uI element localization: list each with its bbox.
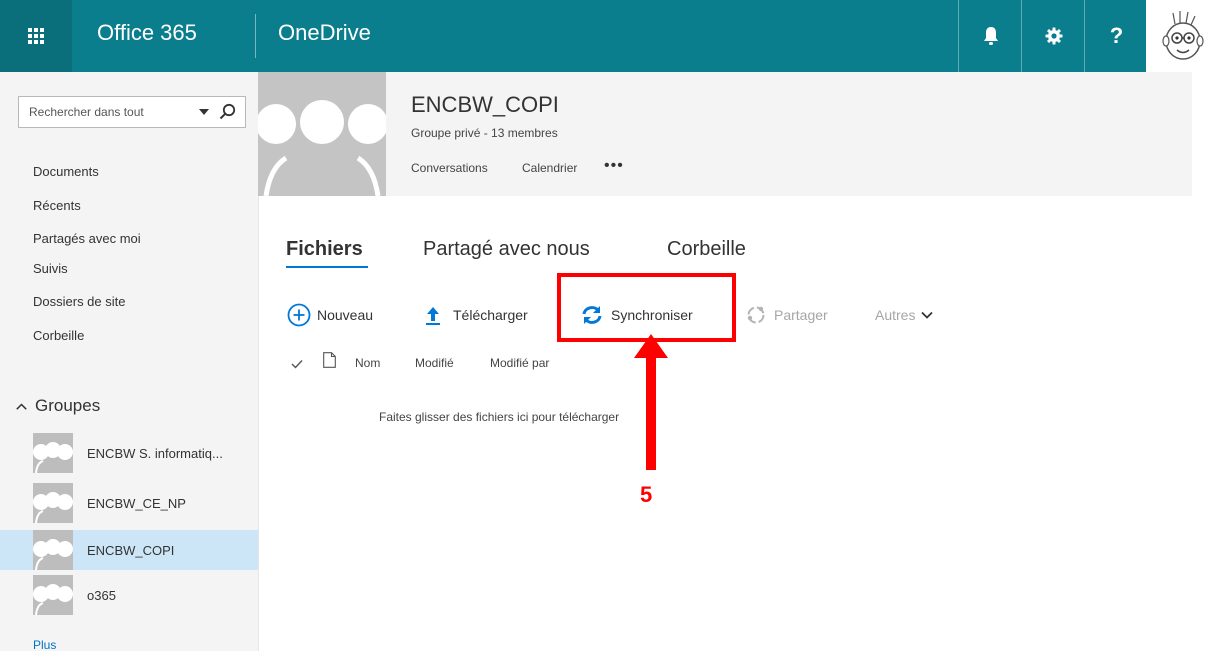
tab-files[interactable]: Fichiers (286, 238, 363, 261)
empty-drop-message: Faites glisser des fichiers ici pour tél… (379, 410, 620, 424)
conversations-link[interactable]: Conversations (411, 161, 488, 175)
nav-recycle-bin[interactable]: Corbeille (33, 328, 84, 343)
caret-down-icon[interactable] (199, 109, 209, 115)
group-item-selected[interactable]: ENCBW_COPI (0, 530, 258, 570)
upload-button-label: Télécharger (453, 307, 528, 323)
add-circle-icon (287, 303, 311, 327)
groups-heading: Groupes (35, 396, 101, 415)
group-item[interactable]: o365 (0, 575, 258, 615)
group-name: ENCBW S. informatiq... (87, 446, 223, 461)
column-modified[interactable]: Modifié (415, 356, 454, 370)
more-commands-label: Autres (875, 307, 916, 323)
app-launcher-button[interactable] (0, 0, 72, 72)
annotation-highlight-box (557, 273, 736, 342)
share-button-label: Partager (774, 307, 828, 323)
nav-documents[interactable]: Documents (33, 164, 99, 179)
group-title: ENCBW_COPI (411, 92, 559, 117)
group-item[interactable]: ENCBW S. informatiq... (0, 433, 258, 473)
annotation-step-number: 5 (640, 482, 653, 507)
divider (255, 14, 256, 58)
search-box (18, 96, 246, 128)
file-type-icon (323, 352, 336, 368)
user-avatar[interactable] (1155, 8, 1211, 64)
group-name: ENCBW_CE_NP (87, 496, 186, 511)
group-name: ENCBW_COPI (87, 543, 175, 558)
more-commands-button[interactable]: Autres (875, 303, 934, 327)
group-avatar-icon (33, 433, 73, 473)
group-header: ENCBW_COPI Groupe privé - 13 membres Con… (386, 72, 1192, 196)
chevron-up-icon (16, 402, 27, 410)
calendar-link[interactable]: Calendrier (522, 161, 577, 175)
column-modified-by[interactable]: Modifié par (490, 356, 549, 370)
group-avatar-icon (33, 575, 73, 615)
new-button[interactable]: Nouveau (287, 303, 373, 327)
annotation-arrow-icon (634, 334, 668, 470)
column-name[interactable]: Nom (355, 356, 380, 370)
group-subtitle: Groupe privé - 13 membres (411, 126, 558, 140)
notifications-button[interactable] (958, 0, 1022, 72)
gear-icon (1045, 27, 1062, 45)
nav-recent[interactable]: Récents (33, 198, 81, 213)
nav-shared-with-me[interactable]: Partagés avec moi (33, 231, 141, 246)
upload-button[interactable]: Télécharger (425, 303, 528, 327)
tab-shared-with-us[interactable]: Partagé avec nous (423, 238, 590, 261)
active-tab-indicator (286, 266, 368, 268)
help-icon: ? (1109, 23, 1124, 48)
help-button[interactable]: ? (1084, 0, 1148, 72)
app-launcher-icon (28, 28, 44, 44)
groups-toggle[interactable]: Groupes (16, 396, 100, 416)
bell-icon (983, 27, 998, 45)
left-nav: Documents Récents Partagés avec moi Suiv… (0, 72, 259, 652)
chevron-down-icon (921, 311, 934, 319)
share-button[interactable]: Partager (746, 303, 828, 327)
upload-icon (426, 307, 440, 325)
share-icon (747, 306, 765, 324)
groups-more-link[interactable]: Plus (33, 638, 56, 652)
nav-followed[interactable]: Suivis (33, 261, 68, 276)
suite-bar: Office 365 OneDrive ? (0, 0, 1146, 72)
search-input[interactable] (19, 97, 189, 127)
new-button-label: Nouveau (317, 307, 374, 323)
group-avatar-icon (33, 530, 73, 570)
more-options-icon[interactable]: ••• (604, 157, 624, 175)
app-name[interactable]: OneDrive (278, 20, 371, 46)
group-photo-icon (258, 72, 386, 196)
nav-site-folders[interactable]: Dossiers de site (33, 294, 125, 309)
group-name: o365 (87, 588, 116, 603)
settings-button[interactable] (1021, 0, 1085, 72)
group-avatar-icon (33, 483, 73, 523)
search-icon[interactable] (219, 103, 236, 120)
tab-recycle-bin[interactable]: Corbeille (667, 238, 746, 261)
group-item[interactable]: ENCBW_CE_NP (0, 483, 258, 523)
select-all-check-icon[interactable] (291, 359, 303, 369)
suite-brand[interactable]: Office 365 (97, 20, 197, 46)
